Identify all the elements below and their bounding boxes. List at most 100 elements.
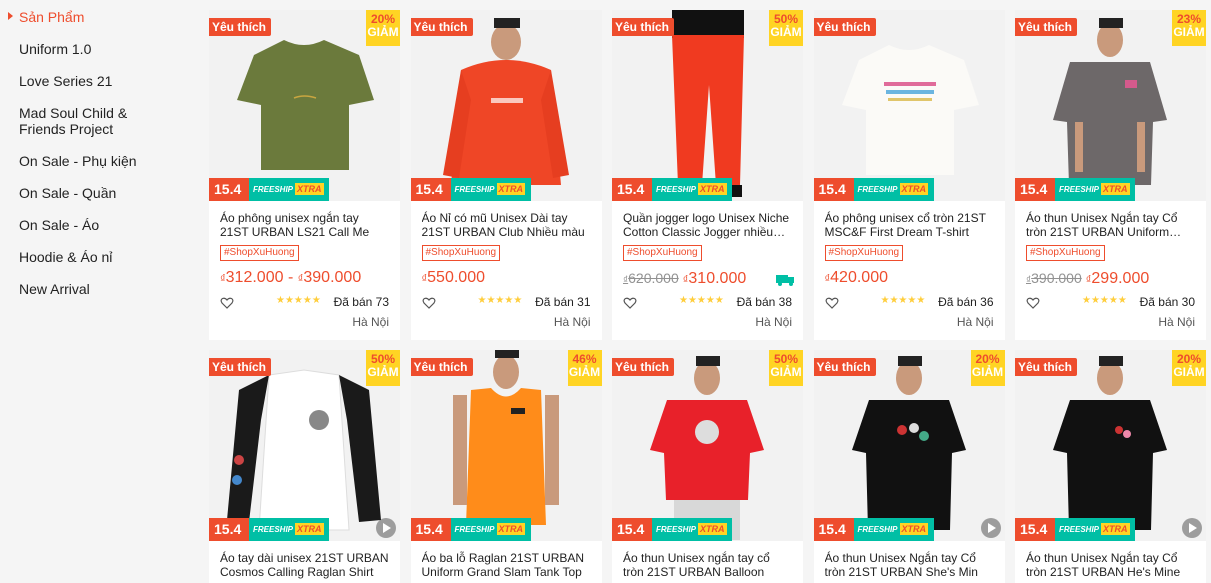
product-name[interactable]: Áo tay dài unisex 21ST URBAN Cosmos Call…	[220, 551, 390, 579]
favorite-badge: Yêu thích	[813, 18, 876, 36]
shop-location: Hà Nội	[352, 315, 389, 329]
discount-percent: 50%	[773, 352, 799, 366]
product-name[interactable]: Áo thun Unisex Ngắn tay Cổ tròn 21ST URB…	[825, 551, 995, 579]
discount-label: GIẢM	[1173, 365, 1205, 379]
shop-location: Hà Nội	[1158, 315, 1195, 329]
product-name[interactable]: Áo phông unisex ngắn tay 21ST URBAN LS21…	[220, 211, 390, 239]
discount-percent: 46%	[572, 352, 597, 366]
promo-xtra: XTRA	[698, 183, 727, 195]
sidebar-item-new-arrival[interactable]: New Arrival	[19, 281, 169, 297]
heart-icon[interactable]	[1026, 296, 1040, 310]
product-name[interactable]: Quần jogger logo Unisex Niche Cotton Cla…	[623, 211, 793, 239]
sidebar-item-san-pham[interactable]: Sản Phẩm	[19, 9, 169, 25]
freeship-truck-icon	[776, 275, 794, 286]
discount-badge: 20% GIẢM	[1172, 350, 1206, 386]
trend-tag: #ShopXuHuong	[1026, 245, 1105, 261]
trend-tag: #ShopXuHuong	[421, 245, 501, 261]
sold-count: Đã bán 31	[535, 295, 591, 309]
trend-tag: #ShopXuHuong	[824, 245, 904, 261]
product-image[interactable]	[813, 10, 1005, 201]
discount-badge: 46% GIẢM	[567, 350, 602, 386]
heart-icon[interactable]	[623, 296, 637, 310]
product-card[interactable]: Yêu thích 20% GIẢM 15.4 FREESHIP XTRA Áo thun …	[813, 350, 1005, 583]
favorite-badge: Yêu thích	[410, 18, 473, 36]
product-price: ₫420.000	[825, 268, 889, 289]
discount-label: GIẢM	[1173, 25, 1205, 39]
product-card[interactable]: Yêu thích 23% GIẢM 15.4 FREESHIP XTRA Áo thun …	[1015, 10, 1206, 340]
discount-label: GIẢM	[770, 365, 802, 379]
sold-count: Đã bán 30	[1139, 295, 1195, 309]
rating-stars: ★★★★★	[276, 295, 321, 306]
promo-banner: 15.4 FREESHIP XTRA	[209, 518, 329, 541]
product-card[interactable]: Yêu thích 20% GIẢM 15.4 FREESHIP XTRA Áo thun …	[1015, 350, 1206, 583]
product-name[interactable]: Áo thun Unisex Ngắn tay Cổ tròn 21ST URB…	[1026, 551, 1196, 579]
product-card[interactable]: Yêu thích 50% GIẢM 15.4 FREESHIP XTRA Áo thun …	[612, 350, 803, 583]
favorite-badge: Yêu thích	[612, 18, 675, 36]
product-name[interactable]: Áo phông unisex cổ tròn 21ST MSC&F First…	[825, 211, 995, 239]
price-value: 420.000	[830, 269, 888, 286]
product-card[interactable]: Yêu thích 15.4 FREESHIP XTRA Áo phông unisex…	[813, 10, 1005, 340]
discount-badge: 20% GIẢM	[366, 10, 400, 46]
video-play-icon[interactable]	[1182, 518, 1202, 538]
sidebar-item-uniform[interactable]: Uniform 1.0	[19, 41, 169, 57]
promo-xtra: XTRA	[496, 523, 525, 535]
trend-tag: #ShopXuHuong	[623, 245, 702, 261]
product-card[interactable]: Yêu thích 20% GIẢM 15.4 FREESHIP XTRA Áo phông…	[209, 10, 400, 340]
product-card[interactable]: Yêu thích 50% GIẢM 15.4 FREESHIP XTRA Áo tay d…	[209, 350, 400, 583]
sidebar-item-love-series[interactable]: Love Series 21	[19, 73, 169, 89]
shop-location: Hà Nội	[956, 315, 994, 329]
shop-location: Hà Nội	[553, 315, 591, 329]
price-value: 550.000	[427, 269, 485, 286]
promo-xtra: XTRA	[295, 183, 324, 195]
promo-xtra: XTRA	[496, 183, 525, 195]
video-play-icon[interactable]	[376, 518, 396, 538]
discount-badge: 50% GIẢM	[366, 350, 400, 386]
product-name[interactable]: Áo thun Unisex ngắn tay cổ tròn 21ST URB…	[623, 551, 793, 579]
sidebar-item-sale-quan[interactable]: On Sale - Quần	[19, 185, 169, 201]
promo-date: 15.4	[813, 178, 854, 201]
heart-icon[interactable]	[220, 296, 234, 310]
trend-tag: #ShopXuHuong	[220, 245, 299, 261]
sidebar-item-mad-soul-child[interactable]: Mad Soul Child & Friends Project	[19, 105, 169, 137]
discount-label: GIẢM	[971, 365, 1004, 379]
product-name[interactable]: Áo thun Unisex Ngắn tay Cổ tròn 21ST URB…	[1026, 211, 1196, 239]
product-name[interactable]: Áo ba lỗ Raglan 21ST URBAN Uniform Grand…	[422, 551, 592, 579]
sidebar-item-sale-ao[interactable]: On Sale - Áo	[19, 217, 169, 233]
discount-badge: 50% GIẢM	[769, 350, 803, 386]
promo-xtra: XTRA	[1101, 523, 1130, 535]
product-card[interactable]: Yêu thích 15.4 FREESHIP XTRA Áo Nỉ có mũ Uni…	[410, 10, 602, 340]
promo-date: 15.4	[410, 518, 451, 541]
discount-label: GIẢM	[367, 365, 399, 379]
heart-icon[interactable]	[422, 296, 436, 310]
shop-location: Hà Nội	[755, 315, 792, 329]
sidebar-item-sale-phu-kien[interactable]: On Sale - Phụ kiện	[19, 153, 169, 169]
promo-banner: 15.4 FREESHIP XTRA	[1015, 178, 1135, 201]
discount-percent: 23%	[1176, 12, 1202, 26]
rating-stars: ★★★★★	[477, 295, 523, 306]
product-name[interactable]: Áo Nỉ có mũ Unisex Dài tay 21ST URBAN Cl…	[422, 211, 592, 239]
promo-banner: 15.4 FREESHIP XTRA	[813, 178, 934, 201]
promo-date: 15.4	[410, 178, 451, 201]
discount-badge: 50% GIẢM	[769, 10, 803, 46]
promo-date: 15.4	[612, 178, 652, 201]
promo-xtra: XTRA	[899, 523, 928, 535]
rating-stars: ★★★★★	[679, 295, 724, 306]
favorite-badge: Yêu thích	[813, 358, 876, 376]
product-price: ₫620.000 ₫310.000	[623, 268, 746, 291]
discount-percent: 20%	[975, 352, 1000, 366]
product-price: ₫390.000 ₫299.000	[1026, 268, 1149, 291]
heart-icon[interactable]	[825, 296, 839, 310]
product-image[interactable]	[410, 10, 602, 201]
price-value: 312.000	[225, 269, 284, 286]
rating-stars: ★★★★★	[1082, 295, 1127, 306]
discount-label: GIẢM	[367, 25, 399, 39]
discount-badge: 23% GIẢM	[1172, 10, 1206, 46]
promo-xtra: XTRA	[899, 183, 928, 195]
product-card[interactable]: Yêu thích 46% GIẢM 15.4 FREESHIP XTRA Áo ba lỗ…	[410, 350, 602, 583]
promo-banner: 15.4 FREESHIP XTRA	[410, 518, 531, 541]
promo-xtra: XTRA	[1101, 183, 1130, 195]
price-max: 390.000	[303, 269, 362, 286]
sidebar-item-hoodie[interactable]: Hoodie & Áo nỉ	[19, 249, 169, 265]
video-play-icon[interactable]	[980, 518, 1001, 538]
product-card[interactable]: Yêu thích 50% GIẢM 15.4 FREESHIP XTRA Quần jog…	[612, 10, 803, 340]
